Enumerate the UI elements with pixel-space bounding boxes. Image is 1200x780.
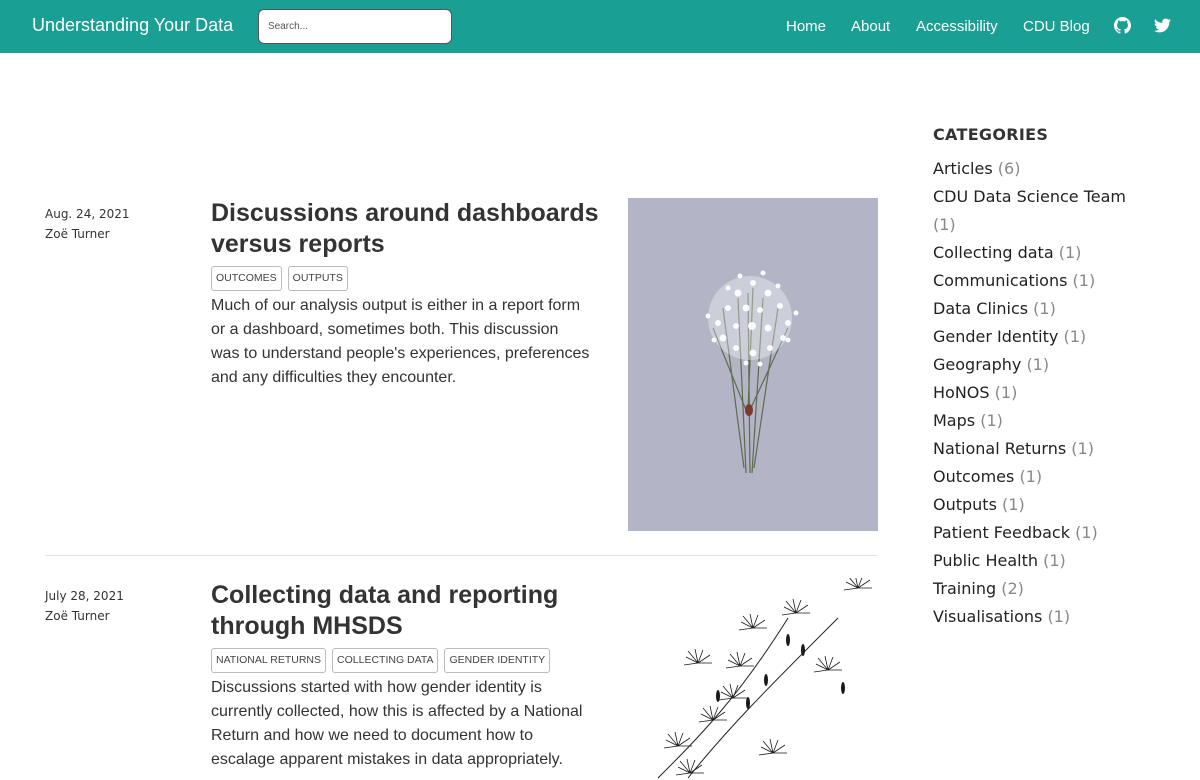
- post-thumbnail-dandelion[interactable]: [628, 573, 878, 780]
- category-link[interactable]: Geography (1): [933, 351, 1153, 379]
- category-link[interactable]: Outputs (1): [933, 491, 1153, 519]
- category-count: (1): [1033, 299, 1056, 318]
- category-name: Geography: [933, 355, 1022, 374]
- category-name: CDU Data Science Team: [933, 187, 1126, 206]
- category-link[interactable]: CDU Data Science Team (1): [933, 183, 1153, 239]
- post-author: Zoë Turner: [45, 609, 110, 623]
- categories-heading: CATEGORIES: [933, 125, 1049, 144]
- category-link[interactable]: HoNOS (1): [933, 379, 1153, 407]
- category-link[interactable]: Collecting data (1): [933, 239, 1153, 267]
- category-count: (1): [1047, 607, 1071, 626]
- post-tags: NATIONAL RETURNS COLLECTING DATA GENDER …: [211, 648, 551, 673]
- post-author: Zoë Turner: [45, 227, 110, 241]
- category-name: Outputs: [933, 495, 997, 514]
- post-thumbnail-flowers[interactable]: [628, 198, 878, 531]
- category-name: Visualisations: [933, 607, 1043, 626]
- top-navbar: Understanding Your Data Home About Acces…: [0, 0, 1200, 53]
- category-name: Maps: [933, 411, 976, 430]
- post-title-link[interactable]: Collecting data and reporting through MH…: [211, 580, 601, 642]
- category-count: (1): [1043, 551, 1066, 570]
- post-excerpt: Discussions started with how gender iden…: [211, 679, 583, 768]
- category-name: Articles: [933, 159, 993, 178]
- category-name: Communications: [933, 271, 1068, 290]
- post-excerpt: Much of our analysis output is either in…: [211, 297, 590, 386]
- post-title-link[interactable]: Discussions around dashboards versus rep…: [211, 198, 601, 260]
- post-meta: July 28, 2021 Zoë Turner: [45, 586, 124, 626]
- category-link[interactable]: Articles (6): [933, 155, 1153, 183]
- post-divider: [45, 555, 878, 556]
- category-name: Public Health: [933, 551, 1038, 570]
- category-link[interactable]: Public Health (1): [933, 547, 1153, 575]
- site-brand[interactable]: Understanding Your Data: [32, 15, 233, 36]
- category-count: (1): [980, 411, 1003, 430]
- github-icon[interactable]: [1114, 17, 1132, 35]
- category-link[interactable]: National Returns (1): [933, 435, 1153, 463]
- category-count: (1): [1072, 271, 1096, 290]
- categories-list: Articles (6) CDU Data Science Team (1) Col…: [933, 155, 1153, 631]
- post-date: Aug. 24, 2021: [45, 207, 130, 221]
- category-link[interactable]: Gender Identity (1): [933, 323, 1153, 351]
- nav-about-link[interactable]: About: [851, 18, 890, 35]
- category-link[interactable]: Maps (1): [933, 407, 1153, 435]
- category-count: (1): [1063, 327, 1087, 346]
- category-count: (1): [1019, 467, 1043, 486]
- tag-collecting-data[interactable]: COLLECTING DATA: [332, 648, 439, 673]
- category-name: Data Clinics: [933, 299, 1029, 318]
- category-count: (1): [1026, 355, 1050, 374]
- category-link[interactable]: Data Clinics (1): [933, 295, 1153, 323]
- nav-cdu-blog-link[interactable]: CDU Blog: [1023, 18, 1090, 35]
- category-name: National Returns: [933, 439, 1067, 458]
- category-name: HoNOS: [933, 383, 990, 402]
- category-count: (1): [1071, 439, 1094, 458]
- nav-accessibility-link[interactable]: Accessibility: [916, 18, 998, 35]
- category-link[interactable]: Patient Feedback (1): [933, 519, 1153, 547]
- category-link[interactable]: Communications (1): [933, 267, 1153, 295]
- category-name: Outcomes: [933, 467, 1015, 486]
- category-name: Patient Feedback: [933, 523, 1070, 542]
- category-name: Collecting data: [933, 243, 1054, 262]
- tag-outcomes[interactable]: OUTCOMES: [211, 266, 282, 291]
- category-link[interactable]: Visualisations (1): [933, 603, 1153, 631]
- category-name: Training: [933, 579, 997, 598]
- tag-national-returns[interactable]: NATIONAL RETURNS: [211, 648, 327, 673]
- nav-home-link[interactable]: Home: [786, 18, 826, 35]
- post-date: July 28, 2021: [45, 589, 124, 603]
- category-name: Gender Identity: [933, 327, 1059, 346]
- category-link[interactable]: Training (2): [933, 575, 1153, 603]
- search-input[interactable]: [258, 9, 452, 44]
- tag-outputs[interactable]: OUTPUTS: [287, 266, 348, 291]
- category-count: (1): [1058, 243, 1082, 262]
- post-tags: OUTCOMES OUTPUTS: [211, 266, 348, 291]
- tag-gender-identity[interactable]: GENDER IDENTITY: [444, 648, 551, 673]
- category-count: (1): [933, 215, 956, 234]
- category-count: (2): [1001, 579, 1024, 598]
- post-meta: Aug. 24, 2021 Zoë Turner: [45, 204, 130, 244]
- category-link[interactable]: Outcomes (1): [933, 463, 1153, 491]
- category-count: (1): [1075, 523, 1098, 542]
- category-count: (1): [1002, 495, 1025, 514]
- category-count: (6): [997, 159, 1021, 178]
- category-count: (1): [994, 383, 1018, 402]
- twitter-icon[interactable]: [1154, 17, 1172, 35]
